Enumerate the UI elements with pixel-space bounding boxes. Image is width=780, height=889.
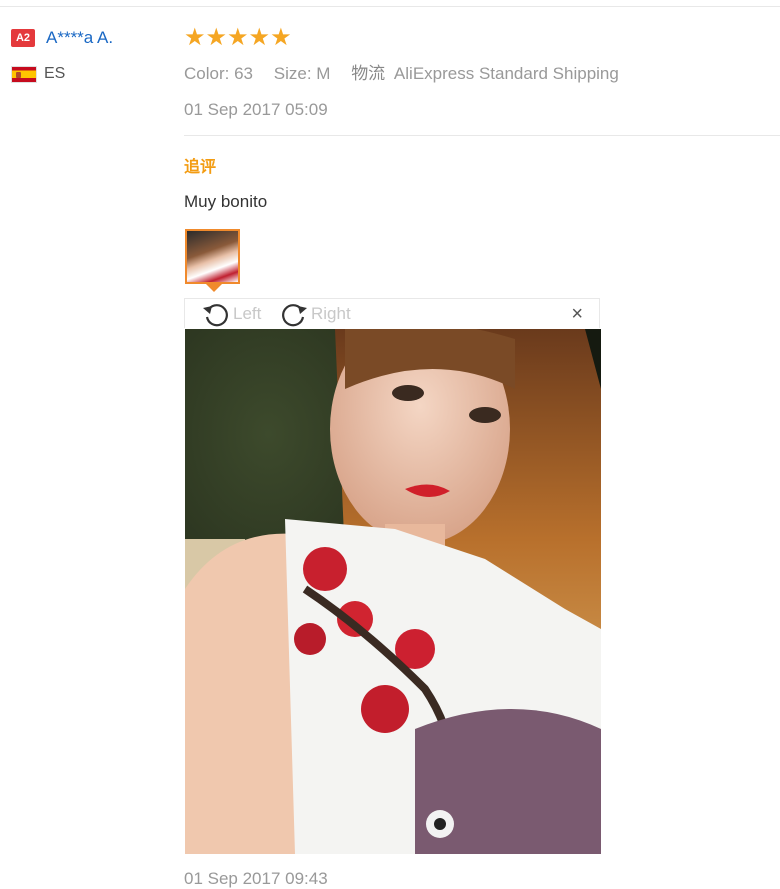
rotate-left-button[interactable]: Left: [201, 299, 261, 329]
rotate-right-icon: [282, 304, 307, 327]
followup-divider: [184, 135, 780, 136]
followup-date: 01 Sep 2017 09:43: [184, 869, 328, 888]
shipping-value: AliExpress Standard Shipping: [393, 64, 619, 83]
close-icon[interactable]: ×: [571, 303, 583, 326]
followup-text: Muy bonito: [184, 192, 268, 211]
order-attributes: Color: 63 Size: M 物流 AliExpress Standard…: [184, 59, 619, 84]
thumbnail-pointer: [206, 284, 222, 292]
rotate-left-icon: [203, 304, 228, 327]
review-photo-thumbnail[interactable]: [185, 229, 240, 284]
selfie-photo-image: [185, 329, 601, 854]
reviewer-name[interactable]: A****a A.: [46, 28, 113, 48]
star-rating: ★★★★★: [184, 24, 292, 51]
size-label: Size:: [273, 64, 312, 83]
buyer-level-badge: A2: [11, 29, 35, 47]
image-viewer-toolbar: Left Right ×: [184, 298, 600, 328]
spain-flag-icon: [11, 66, 37, 83]
review-date: 01 Sep 2017 05:09: [184, 100, 328, 119]
size-value: M: [316, 64, 331, 83]
followup-title: 追评: [184, 159, 217, 176]
top-divider: [0, 6, 780, 7]
rotate-right-button[interactable]: Right: [279, 299, 351, 329]
rotate-left-label: Left: [233, 304, 262, 323]
rotate-right-label: Right: [311, 304, 351, 323]
shipping-label: 物流: [351, 64, 386, 83]
review-photo-large: [185, 329, 601, 854]
color-value: 63: [234, 64, 254, 83]
reviewer-country: ES: [44, 65, 66, 82]
color-label: Color:: [184, 64, 230, 83]
